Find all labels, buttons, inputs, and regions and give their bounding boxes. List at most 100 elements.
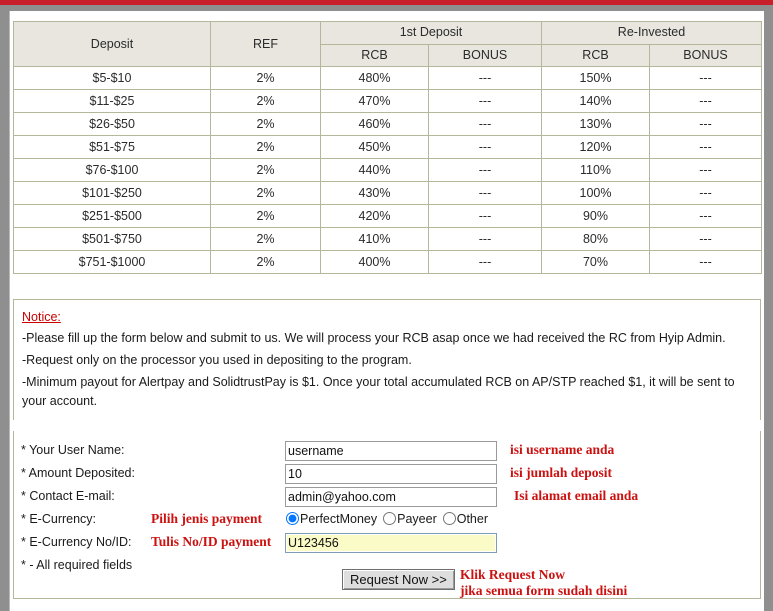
cell-re-rcb: 150% bbox=[541, 66, 650, 90]
cell-ref: 2% bbox=[210, 158, 321, 182]
table-header-row-top: Deposit REF 1st Deposit Re-Invested bbox=[13, 21, 762, 67]
table-row: $101-$250 2% 430% --- 100% --- bbox=[13, 181, 762, 205]
table-row: $76-$100 2% 440% --- 110% --- bbox=[13, 158, 762, 182]
form-row-amount: * Amount Deposited: isi jumlah deposit bbox=[14, 462, 762, 484]
cell-first-rcb: 410% bbox=[320, 227, 429, 251]
cell-deposit: $751-$1000 bbox=[13, 250, 211, 274]
header-first-rcb: RCB bbox=[320, 43, 429, 67]
form-row-ecurrency-id: * E-Currency No/ID: Tulis No/ID payment bbox=[14, 531, 762, 553]
request-now-button[interactable]: Request Now >> bbox=[342, 569, 455, 590]
radio-label-other: Other bbox=[456, 512, 488, 526]
notice-block: Notice: -Please fill up the form below a… bbox=[13, 299, 761, 420]
cell-re-bonus: --- bbox=[649, 227, 762, 251]
table-row: $501-$750 2% 410% --- 80% --- bbox=[13, 227, 762, 251]
cell-first-rcb: 420% bbox=[320, 204, 429, 228]
cell-re-bonus: --- bbox=[649, 135, 762, 159]
rates-table-head: Deposit REF 1st Deposit Re-Invested RCB … bbox=[13, 21, 762, 67]
cell-re-bonus: --- bbox=[649, 89, 762, 113]
cell-deposit: $251-$500 bbox=[13, 204, 211, 228]
notice-line: -Minimum payout for Alertpay and Solidtr… bbox=[22, 375, 735, 408]
radio-option-perfectmoney[interactable]: PerfectMoney bbox=[286, 512, 377, 526]
cell-first-rcb: 450% bbox=[320, 135, 429, 159]
radio-perfectmoney[interactable] bbox=[286, 512, 299, 525]
cell-ref: 2% bbox=[210, 66, 321, 90]
left-gray-rail bbox=[0, 11, 9, 611]
rcb-rates-table: Deposit REF 1st Deposit Re-Invested RCB … bbox=[13, 21, 762, 274]
form-row-email: * Contact E-mail: Isi alamat email anda bbox=[14, 485, 762, 507]
required-fields-note: * - All required fields bbox=[21, 558, 133, 572]
note-amount: isi jumlah deposit bbox=[510, 465, 613, 480]
notice-title: Notice: bbox=[22, 310, 61, 324]
cell-first-bonus: --- bbox=[428, 158, 542, 182]
cell-first-bonus: --- bbox=[428, 89, 542, 113]
header-deposit: Deposit bbox=[13, 21, 211, 67]
page-root: Deposit REF 1st Deposit Re-Invested RCB … bbox=[0, 0, 773, 611]
cell-re-rcb: 110% bbox=[541, 158, 650, 182]
note-ecurrency-id: Tulis No/ID payment bbox=[151, 534, 272, 549]
cell-deposit: $5-$10 bbox=[13, 66, 211, 90]
cell-first-rcb: 400% bbox=[320, 250, 429, 274]
cell-re-bonus: --- bbox=[649, 250, 762, 274]
note-submit: Klik Request Now jika semua form sudah d… bbox=[460, 567, 627, 599]
table-row: $251-$500 2% 420% --- 90% --- bbox=[13, 204, 762, 228]
cell-first-rcb: 480% bbox=[320, 66, 429, 90]
cell-re-bonus: --- bbox=[649, 204, 762, 228]
cell-re-bonus: --- bbox=[649, 181, 762, 205]
cell-ref: 2% bbox=[210, 204, 321, 228]
radio-option-payeer[interactable]: Payeer bbox=[383, 512, 437, 526]
note-email: Isi alamat email anda bbox=[514, 488, 639, 503]
cell-ref: 2% bbox=[210, 227, 321, 251]
cell-re-rcb: 120% bbox=[541, 135, 650, 159]
label-contact-email: * Contact E-mail: bbox=[21, 489, 115, 503]
cell-re-rcb: 80% bbox=[541, 227, 650, 251]
cell-re-rcb: 100% bbox=[541, 181, 650, 205]
right-gray-rail bbox=[764, 11, 773, 611]
label-ecurrency-id: * E-Currency No/ID: bbox=[21, 535, 132, 549]
cell-deposit: $101-$250 bbox=[13, 181, 211, 205]
label-ecurrency: * E-Currency: bbox=[21, 512, 97, 526]
radio-payeer[interactable] bbox=[383, 512, 397, 525]
rates-table-container: Deposit REF 1st Deposit Re-Invested RCB … bbox=[13, 21, 762, 274]
table-row: $51-$75 2% 450% --- 120% --- bbox=[13, 135, 762, 159]
contact-email-input[interactable] bbox=[285, 487, 497, 507]
radio-option-other[interactable]: Other bbox=[442, 512, 488, 526]
cell-first-bonus: --- bbox=[428, 250, 542, 274]
radio-other[interactable] bbox=[442, 512, 456, 525]
amount-deposited-input[interactable] bbox=[285, 464, 497, 484]
cell-ref: 2% bbox=[210, 112, 321, 136]
note-submit-line2: jika semua form sudah disini bbox=[460, 583, 628, 598]
cell-deposit: $501-$750 bbox=[13, 227, 211, 251]
cell-re-bonus: --- bbox=[649, 158, 762, 182]
note-username: isi username anda bbox=[510, 442, 615, 457]
username-input[interactable] bbox=[285, 441, 497, 461]
table-row: $751-$1000 2% 400% --- 70% --- bbox=[13, 250, 762, 274]
cell-deposit: $11-$25 bbox=[13, 89, 211, 113]
cell-first-rcb: 460% bbox=[320, 112, 429, 136]
cell-ref: 2% bbox=[210, 89, 321, 113]
cell-first-bonus: --- bbox=[428, 112, 542, 136]
cell-deposit: $26-$50 bbox=[13, 112, 211, 136]
ecurrency-id-input[interactable] bbox=[285, 533, 497, 553]
cell-re-rcb: 90% bbox=[541, 204, 650, 228]
rates-table-body: $5-$10 2% 480% --- 150% --- $11-$25 2% 470% --- 14… bbox=[13, 66, 762, 274]
label-username: * Your User Name: bbox=[21, 443, 125, 457]
form-row-username: * Your User Name: isi username anda bbox=[14, 439, 762, 461]
cell-first-rcb: 430% bbox=[320, 181, 429, 205]
cell-re-bonus: --- bbox=[649, 112, 762, 136]
notice-line: -Request only on the processor you used … bbox=[22, 353, 412, 367]
table-row: $5-$10 2% 480% --- 150% --- bbox=[13, 66, 762, 90]
cell-ref: 2% bbox=[210, 181, 321, 205]
header-re-rcb: RCB bbox=[541, 43, 650, 67]
note-submit-line1: Klik Request Now bbox=[460, 567, 566, 582]
cell-ref: 2% bbox=[210, 135, 321, 159]
header-first-bonus: BONUS bbox=[428, 43, 542, 67]
cell-first-rcb: 470% bbox=[320, 89, 429, 113]
header-first-deposit: 1st Deposit bbox=[320, 21, 542, 45]
table-row: $11-$25 2% 470% --- 140% --- bbox=[13, 89, 762, 113]
content-panel: Deposit REF 1st Deposit Re-Invested RCB … bbox=[9, 11, 764, 611]
ecurrency-radio-group[interactable]: PerfectMoney Payeer Other bbox=[286, 508, 494, 530]
cell-first-bonus: --- bbox=[428, 204, 542, 228]
radio-label-payeer: Payeer bbox=[397, 512, 437, 526]
cell-first-bonus: --- bbox=[428, 135, 542, 159]
rcb-request-form: * Your User Name: isi username anda * Am… bbox=[13, 431, 761, 599]
